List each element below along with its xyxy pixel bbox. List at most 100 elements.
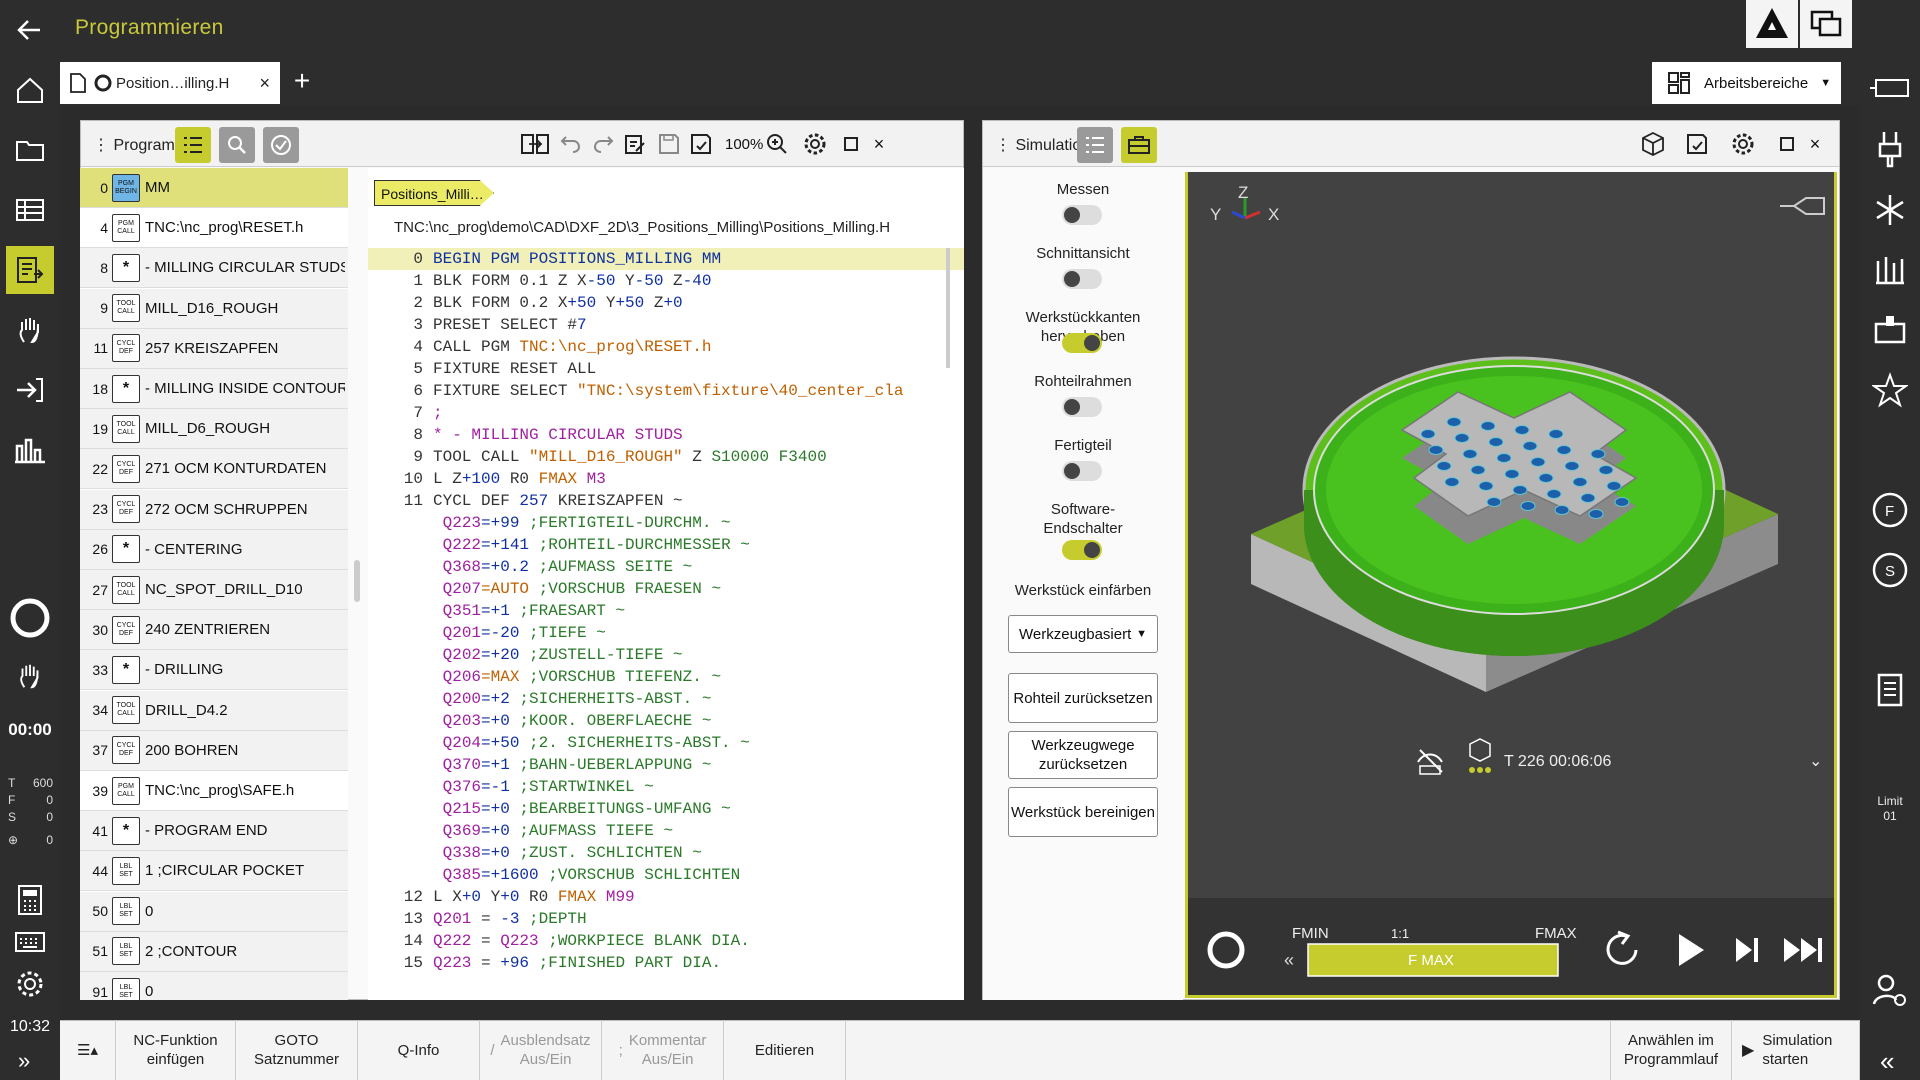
sim-option-toggle[interactable]: [1062, 205, 1102, 225]
code-line[interactable]: Q202=+20 ;ZUSTELL-TIEFE ~: [368, 644, 964, 666]
maximize-icon[interactable]: [837, 130, 865, 158]
feed-decrease-icon[interactable]: «: [1284, 950, 1294, 970]
feed-override-icon[interactable]: F: [1866, 486, 1914, 534]
settings-gear-icon[interactable]: [6, 960, 54, 1008]
code-line[interactable]: Q223=+99 ;FERTIGTEIL-DURCHM. ~: [368, 512, 964, 534]
sim-single-step-icon[interactable]: [1736, 938, 1758, 962]
undo-icon[interactable]: [557, 130, 585, 158]
structure-row[interactable]: 26 * - CENTERING: [80, 529, 348, 570]
sim-play-icon[interactable]: [1679, 934, 1704, 966]
code-line[interactable]: Q376=-1 ;STARTWINKEL ~: [368, 776, 964, 798]
splitter-handle[interactable]: [354, 560, 360, 602]
structure-row[interactable]: 18 * - MILLING INSIDE CONTOUR: [80, 369, 348, 409]
edit-document-icon[interactable]: [621, 130, 649, 158]
program-run-icon[interactable]: [6, 366, 54, 414]
structure-row[interactable]: 33 * - DRILLING: [80, 650, 348, 691]
hand-icon[interactable]: [6, 306, 54, 354]
reset-blank-button[interactable]: Rohteil zurücksetzen: [1008, 673, 1158, 723]
code-line[interactable]: Q385=+1600 ;VORSCHUB SCHLICHTEN: [368, 864, 964, 886]
structure-row[interactable]: 0 PGM BEGIN MM: [80, 168, 348, 208]
code-line[interactable]: 4 CALL PGM TNC:\nc_prog\RESET.h: [368, 336, 964, 358]
structure-row[interactable]: 51 LBL SET 2 ;CONTOUR: [80, 931, 348, 972]
nc-function-button[interactable]: NC-Funktion einfügen: [116, 1020, 236, 1080]
sim-maximize-icon[interactable]: [1773, 130, 1801, 158]
code-line[interactable]: 14 Q222 = Q223 ;WORKPIECE BLANK DIA.: [368, 930, 964, 952]
structure-row[interactable]: 22 CYCL DEF 271 OCM KONTURDATEN: [80, 449, 348, 490]
sim-settings-icon[interactable]: [1729, 130, 1757, 158]
select-in-program-run-button[interactable]: Anwählen im Programmlauf: [1610, 1020, 1732, 1080]
sim-option-toggle[interactable]: [1062, 333, 1102, 353]
zoom-level[interactable]: 100%: [725, 136, 763, 153]
structure-row[interactable]: 37 CYCL DEF 200 BOHREN: [80, 730, 348, 771]
check-button[interactable]: [263, 127, 299, 163]
structure-row[interactable]: 9 TOOL CALL MILL_D16_ROUGH: [80, 288, 348, 329]
nc-start-circle-icon[interactable]: [6, 594, 54, 642]
pin-icon[interactable]: [1780, 197, 1825, 215]
code-line[interactable]: Q201=-20 ;TIEFE ~: [368, 622, 964, 644]
structure-row[interactable]: 50 LBL SET 0: [80, 891, 348, 932]
folder-icon[interactable]: [6, 126, 54, 174]
tool-table-icon[interactable]: [1866, 246, 1914, 294]
code-line[interactable]: 8 * - MILLING CIRCULAR STUDS: [368, 424, 964, 446]
code-line[interactable]: Q200=+2 ;SICHERHEITS-ABST. ~: [368, 688, 964, 710]
code-line[interactable]: Q207=AUTO ;VORSCHUB FRAESEN ~: [368, 578, 964, 600]
spindle-icon[interactable]: [1866, 126, 1914, 174]
structure-row[interactable]: 4 PGM CALL TNC:\nc_prog\RESET.h: [80, 208, 348, 249]
code-line[interactable]: Q369=+0 ;AUFMASS TIEFE ~: [368, 820, 964, 842]
reset-toolpaths-button[interactable]: Werkzeugwege zurücksetzen: [1008, 731, 1158, 779]
code-line[interactable]: 11 CYCL DEF 257 KREISZAPFEN ~: [368, 490, 964, 512]
sim-list-button[interactable]: [1077, 127, 1113, 163]
code-line[interactable]: 0 BEGIN PGM POSITIONS_MILLING MM: [368, 248, 964, 270]
edit-button[interactable]: Editieren: [724, 1020, 846, 1080]
close-panel-icon[interactable]: ×: [865, 130, 893, 158]
code-line[interactable]: 7;: [368, 402, 964, 424]
structure-row[interactable]: 30 CYCL DEF 240 ZENTRIEREN: [80, 610, 348, 651]
code-line[interactable]: 15 Q223 = +96 ;FINISHED PART DIA.: [368, 952, 964, 974]
add-tab-button[interactable]: +: [284, 64, 320, 100]
workspaces-dropdown[interactable]: Arbeitsbereiche ▼: [1652, 62, 1841, 104]
q-info-button[interactable]: Q-Info: [358, 1020, 480, 1080]
structure-row[interactable]: 41 * - PROGRAM END: [80, 811, 348, 852]
structure-row[interactable]: 34 TOOL CALL DRILL_D4.2: [80, 690, 348, 731]
structure-row[interactable]: 91 LBL SET 0: [80, 972, 348, 1000]
structure-row[interactable]: 44 LBL SET 1 ;CIRCULAR POCKET: [80, 851, 348, 892]
structure-row[interactable]: 11 CYCL DEF 257 KREISZAPFEN: [80, 328, 348, 369]
save-icon[interactable]: [655, 130, 683, 158]
spindle-override-icon[interactable]: S: [1866, 546, 1914, 594]
code-line[interactable]: 3 PRESET SELECT #7: [368, 314, 964, 336]
search-button[interactable]: [219, 127, 255, 163]
favorites-star-icon[interactable]: [1866, 366, 1914, 414]
expand-double-chevron-icon[interactable]: »: [18, 1048, 30, 1074]
code-line[interactable]: 12 L X+0 Y+0 R0 FMAX M99: [368, 886, 964, 908]
sim-close-icon[interactable]: ×: [1801, 130, 1829, 158]
redo-icon[interactable]: [589, 130, 617, 158]
menu-toggle-button[interactable]: ☰▴: [60, 1020, 116, 1080]
breadcrumb[interactable]: Positions_Milli…: [374, 180, 494, 206]
table-icon[interactable]: [6, 186, 54, 234]
zoom-icon[interactable]: [763, 130, 791, 158]
code-line[interactable]: Q206=MAX ;VORSCHUB TIEFENZ. ~: [368, 666, 964, 688]
sim-record-icon[interactable]: [1207, 931, 1245, 969]
code-line[interactable]: 5 FIXTURE RESET ALL: [368, 358, 964, 380]
code-line[interactable]: Q351=+1 ;FRAESART ~: [368, 600, 964, 622]
structure-row[interactable]: 23 CYCL DEF 272 OCM SCHRUPPEN: [80, 489, 348, 530]
windows-icon[interactable]: [1800, 0, 1852, 48]
code-line[interactable]: Q368=+0.2 ;AUFMASS SEITE ~: [368, 556, 964, 578]
expand-chevron-icon[interactable]: ⌄: [1809, 753, 1822, 770]
sim-option-toggle[interactable]: [1062, 397, 1102, 417]
user-settings-icon[interactable]: [1866, 966, 1914, 1014]
hide-toolpath-icon[interactable]: [1417, 749, 1443, 775]
document-icon[interactable]: [1866, 666, 1914, 714]
tab-positions-milling[interactable]: Position…illing.H ×: [60, 62, 280, 104]
code-line[interactable]: 6 FIXTURE SELECT "TNC:\system\fixture\40_…: [368, 380, 964, 402]
structure-row[interactable]: 27 TOOL CALL NC_SPOT_DRILL_D10: [80, 570, 348, 610]
home-icon[interactable]: [6, 66, 54, 114]
comment-button[interactable]: ; Kommentar Aus/Ein: [602, 1020, 724, 1080]
compare-files-icon[interactable]: [521, 130, 549, 158]
sim-option-toggle[interactable]: [1062, 269, 1102, 289]
sim-option-toggle[interactable]: [1062, 461, 1102, 481]
keyboard-icon[interactable]: [6, 918, 54, 966]
code-line[interactable]: Q370=+1 ;BAHN-UEBERLAPPUNG ~: [368, 754, 964, 776]
structure-row[interactable]: 19 TOOL CALL MILL_D6_ROUGH: [80, 409, 348, 450]
structure-row[interactable]: 8 * - MILLING CIRCULAR STUDS: [80, 248, 348, 289]
